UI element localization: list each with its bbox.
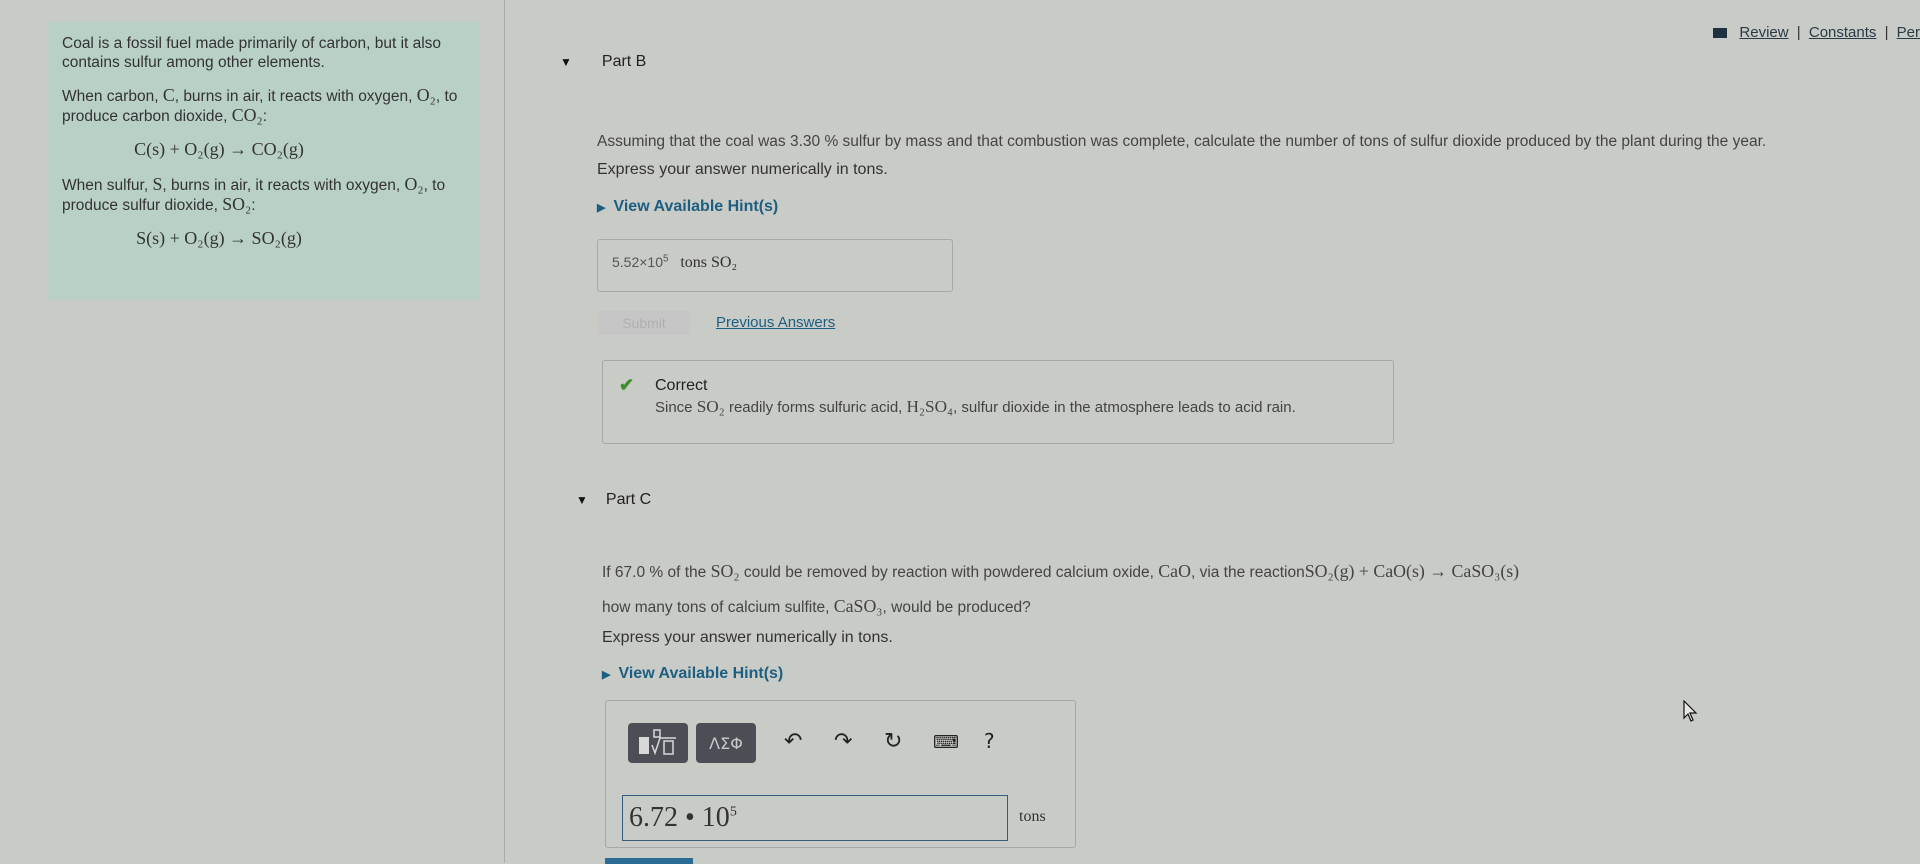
constants-link[interactable]: Constants [1809,24,1877,41]
sulfur-combustion-equation: S(s) + O₂(g) → SO₂(g) [136,228,302,248]
part-b-feedback: ✔ Correct Since SO₂ readily forms sulfur… [602,360,1394,444]
collapse-caret-icon[interactable]: ▼ [560,55,572,69]
part-b-title: Part B [601,53,647,70]
part-b-submit-button[interactable]: Submit [598,311,690,335]
text: , burns in air, it reacts with oxygen, [174,88,417,105]
separator: | [1796,24,1801,41]
part-c-title: Part C [605,491,652,508]
part-b-header[interactable]: ▼ Part B [560,53,646,71]
part-b-answer-display: 5.52×105 tons SO₂ [597,239,953,292]
so2-formula: SO₂ [222,194,252,214]
part-c-express-instruction: Express your answer numerically in tons. [602,629,893,646]
templates-button[interactable] [628,723,688,763]
text: : [262,108,268,125]
part-c-header[interactable]: ▼ Part C [576,491,651,509]
feedback-status: Correct [655,377,708,394]
reset-icon[interactable]: ↻ [884,729,902,754]
part-c-answer-editor: ΛΣΦ ↶ ↷ ↻ ⌨ ? 6.72 • 105 tons [605,700,1076,848]
mouse-cursor-icon [1683,700,1698,722]
hint-label: View Available Hint(s) [613,198,779,215]
panel-divider [504,0,505,863]
periodic-table-link[interactable]: Per [1897,24,1920,41]
part-b-question: Assuming that the coal was 3.30 % sulfur… [597,133,1767,150]
answer-unit: tons SO₂ [680,254,738,271]
review-link[interactable]: Review [1739,24,1788,41]
expand-triangle-icon: ▶ [597,202,606,214]
checkmark-icon: ✔ [619,375,635,395]
intro-paragraph-3: When sulfur, S, burns in air, it reacts … [62,175,466,215]
carbon-combustion-equation: C(s) + O₂(g) → CO₂(g) [134,139,304,159]
expand-triangle-icon: ▶ [602,669,611,681]
separator: | [1884,24,1889,41]
help-icon[interactable]: ? [984,729,995,753]
templates-icon [639,729,676,756]
redo-icon[interactable]: ↷ [834,729,852,754]
oxygen-formula: O₂ [404,174,424,194]
part-c-unit-label: tons [1019,808,1046,825]
oxygen-formula: O₂ [416,85,436,105]
carbon-symbol: C [162,85,175,105]
input-mantissa: 6.72 • 10 [629,802,730,833]
undo-icon[interactable]: ↶ [784,729,802,754]
feedback-body: Since SO₂ readily forms sulfuric acid, H… [655,397,1296,416]
symbols-button[interactable]: ΛΣΦ [696,723,756,763]
text: : [251,197,256,214]
part-c-question-line-2: how many tons of calcium sulfite, CaSO₃,… [602,596,1031,616]
part-c-question-line-1: If 67.0 % of the SO₂ could be removed by… [602,561,1520,581]
intro-panel: Coal is a fossil fuel made primarily of … [48,22,480,300]
part-c-answer-input[interactable]: 6.72 • 105 [622,795,1008,841]
top-links: Review | Constants | Per [1713,24,1920,41]
intro-paragraph-2: When carbon, C, burns in air, it reacts … [62,86,466,126]
input-exponent: 5 [729,804,737,820]
text: When carbon, [62,88,163,105]
intro-paragraph-1: Coal is a fossil fuel made primarily of … [62,35,442,71]
part-b-express-instruction: Express your answer numerically in tons. [597,161,888,178]
hint-label: View Available Hint(s) [618,665,784,682]
part-c-hint-link[interactable]: ▶ View Available Hint(s) [602,665,783,683]
answer-value: 5.52×105 [612,253,669,270]
text: , burns in air, it reacts with oxygen, [162,177,405,194]
co2-formula: CO₂ [231,105,263,125]
keyboard-icon[interactable]: ⌨ [933,732,959,753]
part-b-hint-link[interactable]: ▶ View Available Hint(s) [597,198,778,216]
text: When sulfur, [62,177,153,194]
part-c-submit-button[interactable] [605,858,693,864]
sulfur-symbol: S [152,174,163,194]
collapse-caret-icon[interactable]: ▼ [576,493,588,507]
previous-answers-link[interactable]: Previous Answers [716,314,835,331]
review-icon [1713,28,1728,39]
